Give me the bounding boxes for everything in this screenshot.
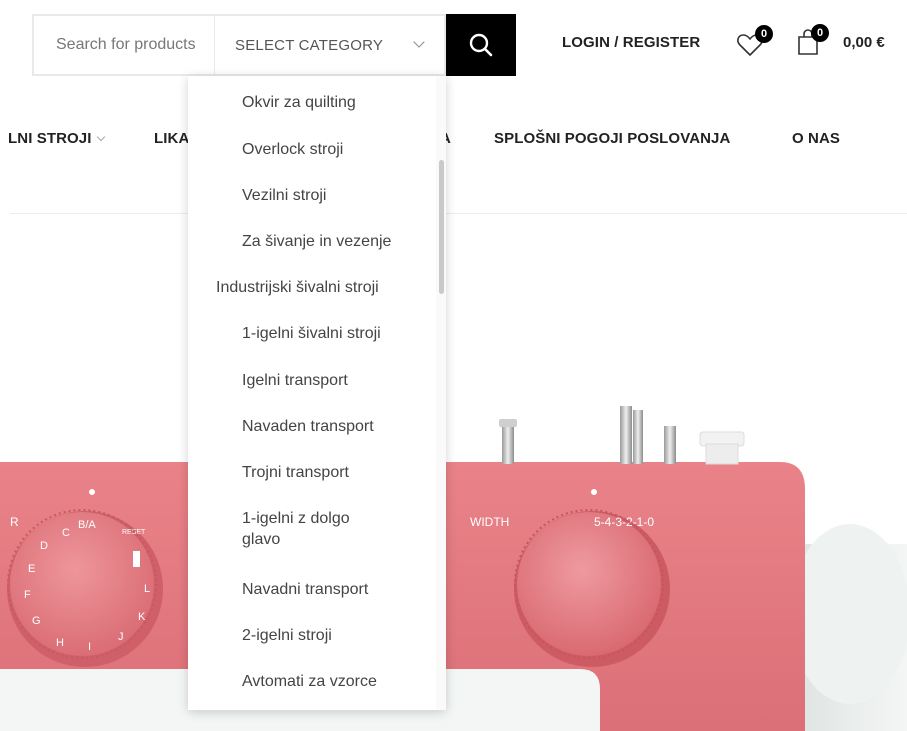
category-option[interactable]: 1-igelni šivalni stroji	[188, 323, 434, 344]
category-option[interactable]: Avtomati za vzorce	[188, 671, 434, 692]
category-option[interactable]: Overlock stroji	[188, 139, 434, 160]
svg-text:E: E	[28, 563, 35, 575]
svg-text:J: J	[118, 631, 124, 643]
nav-item-o-nas[interactable]: O NAS	[792, 130, 840, 147]
category-option[interactable]: Okvir za quilting	[188, 92, 434, 113]
nav-item-label: LIKA	[154, 130, 190, 147]
nav-item-label: SPLOŠNI POGOJI POSLOVANJA	[494, 130, 731, 147]
svg-text:D: D	[40, 540, 48, 552]
svg-text:C: C	[62, 527, 70, 539]
nav-item-splosni-pogoji[interactable]: SPLOŠNI POGOJI POSLOVANJA	[494, 130, 730, 147]
cart-total: 0,00 €	[843, 34, 885, 51]
login-register-link[interactable]: LOGIN / REGISTER	[562, 34, 700, 51]
dropdown-scrollbar[interactable]	[436, 76, 446, 710]
svg-text:5-4-3-2-1-0: 5-4-3-2-1-0	[594, 515, 654, 529]
category-dropdown[interactable]: Okvir za quilting Overlock stroji Veziln…	[188, 76, 446, 710]
nav-item-label: O NAS	[792, 130, 841, 147]
svg-text:B/A: B/A	[78, 519, 96, 531]
wishlist-count-badge: 0	[755, 25, 773, 43]
width-label: WIDTH	[470, 515, 509, 529]
hero-image: R C B/A D E F G H I J K L RESET WIDTH 5-…	[0, 214, 907, 731]
dropdown-scrollbar-thumb[interactable]	[439, 160, 444, 294]
category-option[interactable]: Industrijski šivalni stroji	[188, 277, 434, 298]
sewing-machine-illustration: R C B/A D E F G H I J K L RESET WIDTH 5-…	[0, 406, 907, 731]
category-option[interactable]: Navadni transport	[188, 579, 434, 600]
wishlist-button[interactable]: 0	[736, 25, 773, 58]
svg-text:K: K	[138, 611, 146, 623]
category-option[interactable]: 1-igelni z dolgo glavo	[188, 508, 434, 550]
svg-text:I: I	[88, 641, 91, 653]
category-option[interactable]: Navaden transport	[188, 416, 434, 437]
svg-text:L: L	[144, 583, 150, 595]
svg-text:H: H	[56, 637, 64, 649]
search-form: SELECT CATEGORY	[32, 14, 446, 76]
category-option[interactable]: Za šivanje in vezenje	[188, 231, 434, 252]
category-option[interactable]: Vezilni stroji	[188, 185, 434, 206]
cart-count-badge: 0	[811, 24, 829, 42]
svg-text:G: G	[32, 615, 41, 627]
category-select[interactable]: SELECT CATEGORY	[214, 16, 446, 74]
dial-letter-r: R	[10, 515, 19, 529]
nav-item-label: LNI STROJI	[8, 130, 92, 147]
search-input[interactable]	[34, 16, 214, 74]
nav-item-sivalni-stroji[interactable]: LNI STROJI	[8, 130, 105, 147]
search-icon	[469, 33, 493, 57]
category-option[interactable]: Trojni transport	[188, 462, 434, 483]
category-select-label: SELECT CATEGORY	[235, 36, 384, 54]
cart-button[interactable]: 0	[796, 24, 832, 57]
search-button[interactable]	[446, 14, 516, 76]
category-option[interactable]: Igelni transport	[188, 370, 434, 391]
nav-item-likalni[interactable]: LIKA	[154, 130, 189, 147]
category-option[interactable]: 2-igelni stroji	[188, 625, 434, 646]
chevron-down-icon	[96, 132, 105, 142]
svg-text:F: F	[24, 589, 31, 601]
chevron-down-icon	[413, 36, 425, 48]
